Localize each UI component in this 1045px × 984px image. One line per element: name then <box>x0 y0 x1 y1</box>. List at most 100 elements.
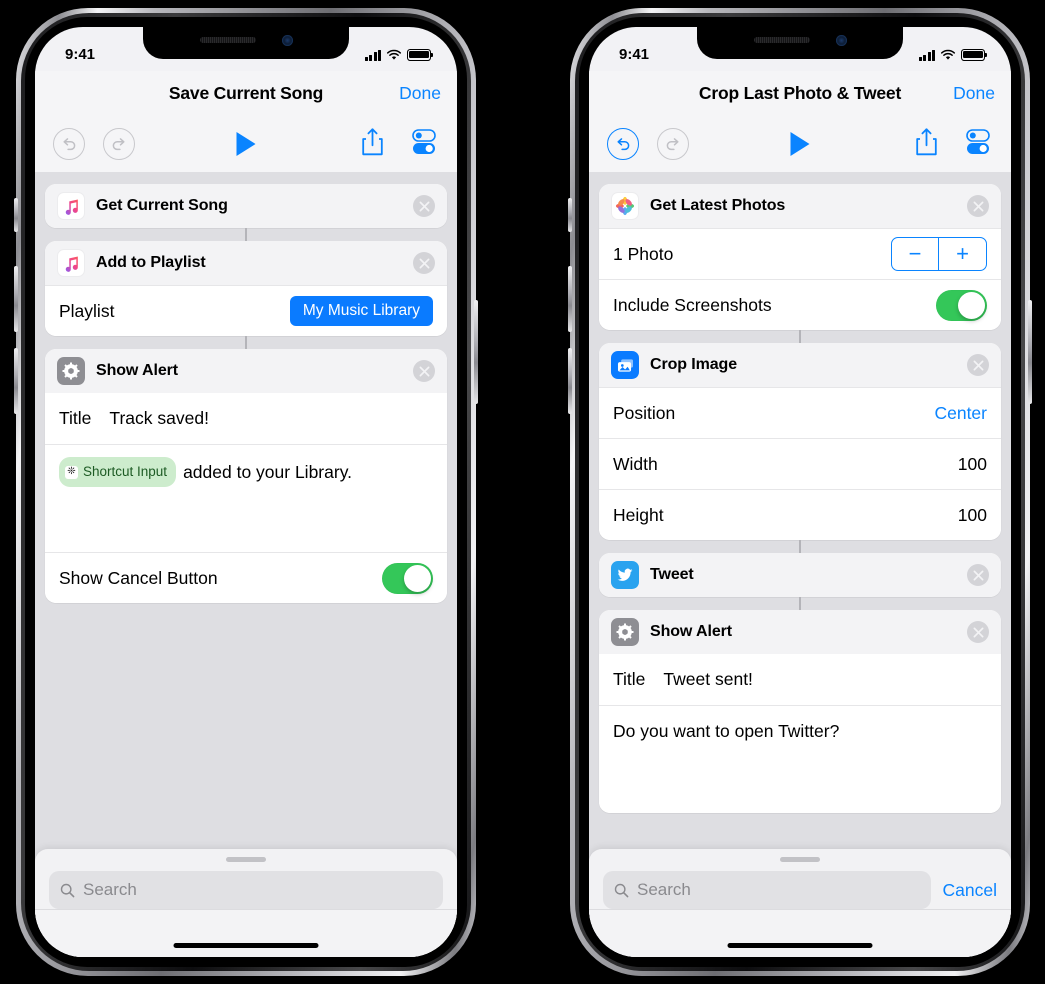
editor-toolbar <box>589 116 1011 172</box>
page-title: Crop Last Photo & Tweet <box>698 83 902 103</box>
shortcut-settings-button[interactable] <box>963 128 993 161</box>
action-card[interactable]: Add to Playlist Playlist My Music Librar… <box>45 241 447 336</box>
action-card-header[interactable]: Show Alert <box>45 349 447 393</box>
navigation-bar: Save Current Song Done <box>35 71 457 116</box>
wifi-icon <box>940 49 956 60</box>
power-button[interactable] <box>1028 300 1032 404</box>
action-card[interactable]: Crop Image Position Center Width 100 Hei… <box>599 343 1001 540</box>
action-card[interactable]: Get Latest Photos 1 Photo − + Include Sc… <box>599 184 1001 330</box>
notch <box>697 27 903 59</box>
home-indicator[interactable] <box>727 943 873 948</box>
mute-switch-button[interactable] <box>568 198 572 232</box>
mute-switch-button[interactable] <box>14 198 18 232</box>
parameter-row-include-screenshots[interactable]: Include Screenshots <box>599 279 1001 330</box>
undo-button[interactable] <box>607 128 639 160</box>
front-camera-icon <box>835 34 847 46</box>
parameter-row-title[interactable]: Title Tweet sent! <box>599 654 1001 705</box>
parameter-row-show-cancel[interactable]: Show Cancel Button <box>45 552 447 603</box>
done-button[interactable]: Done <box>399 83 441 104</box>
playlist-value-token[interactable]: My Music Library <box>289 296 433 326</box>
close-circle-icon[interactable] <box>967 195 989 217</box>
undo-arrow-icon <box>617 138 630 151</box>
home-indicator[interactable] <box>173 943 319 948</box>
alert-title-input[interactable]: Tweet sent! <box>663 669 753 690</box>
run-shortcut-button[interactable] <box>236 132 256 156</box>
alert-message-input[interactable]: ❊ Shortcut Input added to your Library. <box>45 444 447 552</box>
shortcut-input-token[interactable]: ❊ Shortcut Input <box>59 457 177 487</box>
shortcut-settings-button[interactable] <box>409 128 439 161</box>
earpiece-speaker-icon <box>753 37 810 43</box>
position-value[interactable]: Center <box>934 403 987 424</box>
width-value[interactable]: 100 <box>958 454 987 475</box>
stepper-minus-button[interactable]: − <box>892 238 939 270</box>
variable-token-icon: ❊ <box>65 465 78 479</box>
action-card[interactable]: Tweet <box>599 553 1001 597</box>
close-circle-icon[interactable] <box>413 195 435 217</box>
volume-down-button[interactable] <box>14 348 18 414</box>
iphone-device-left: 9:41 Save Current Song Done Get Current … <box>14 8 478 976</box>
parameter-row-height[interactable]: Height 100 <box>599 489 1001 540</box>
share-upload-icon <box>916 127 937 155</box>
action-title: Get Latest Photos <box>650 197 786 214</box>
action-title: Tweet <box>650 566 694 583</box>
close-circle-icon[interactable] <box>413 252 435 274</box>
action-title: Crop Image <box>650 356 738 373</box>
volume-up-button[interactable] <box>14 266 18 332</box>
share-button[interactable] <box>360 127 385 162</box>
bottom-search-sheet[interactable]: Search Cancel <box>589 849 1011 957</box>
action-card-header[interactable]: Show Alert <box>599 610 1001 654</box>
parameter-label: Playlist <box>59 300 115 321</box>
done-button[interactable]: Done <box>953 83 995 104</box>
search-placeholder: Search <box>637 880 691 899</box>
photo-count-stepper[interactable]: − + <box>891 237 987 271</box>
action-card[interactable]: Show Alert Title Track saved! ❊ Shortcut… <box>45 349 447 603</box>
parameter-row-title[interactable]: Title Track saved! <box>45 393 447 444</box>
redo-button[interactable] <box>103 128 135 160</box>
close-circle-icon[interactable] <box>967 621 989 643</box>
close-circle-icon[interactable] <box>413 360 435 382</box>
alert-message-input[interactable]: Do you want to open Twitter? <box>599 705 1001 813</box>
volume-down-button[interactable] <box>568 348 572 414</box>
power-button[interactable] <box>474 300 478 404</box>
status-time: 9:41 <box>619 45 650 63</box>
shortcut-actions-list[interactable]: Get Current Song Add to Playlist Playlis… <box>35 172 457 957</box>
alert-title-input[interactable]: Track saved! <box>109 408 209 429</box>
close-circle-icon[interactable] <box>967 354 989 376</box>
action-connector <box>798 330 802 343</box>
cellular-bars-icon <box>918 49 935 61</box>
undo-button[interactable] <box>53 128 85 160</box>
volume-up-button[interactable] <box>568 266 572 332</box>
action-card[interactable]: Show Alert Title Tweet sent! Do you want… <box>599 610 1001 813</box>
search-icon <box>60 883 75 897</box>
parameter-row-photo-count[interactable]: 1 Photo − + <box>599 228 1001 279</box>
status-time: 9:41 <box>65 45 96 63</box>
action-card-header[interactable]: Get Latest Photos <box>599 184 1001 228</box>
parameter-label: Height <box>613 504 664 525</box>
action-card-header[interactable]: Add to Playlist <box>45 241 447 285</box>
toggles-settings-icon <box>412 128 436 154</box>
share-button[interactable] <box>914 127 939 162</box>
bottom-search-sheet[interactable]: Search <box>35 849 457 957</box>
search-input[interactable]: Search <box>603 871 931 909</box>
stepper-plus-button[interactable]: + <box>939 238 986 270</box>
action-title: Show Alert <box>650 623 732 640</box>
cancel-button[interactable]: Cancel <box>943 880 997 901</box>
parameter-row-playlist[interactable]: Playlist My Music Library <box>45 285 447 336</box>
action-card-header[interactable]: Crop Image <box>599 343 1001 387</box>
action-card-header[interactable]: Get Current Song <box>45 184 447 228</box>
sheet-footer <box>589 910 1011 957</box>
close-circle-icon[interactable] <box>967 564 989 586</box>
redo-button[interactable] <box>657 128 689 160</box>
search-input[interactable]: Search <box>49 871 443 909</box>
run-shortcut-button[interactable] <box>790 132 810 156</box>
toggles-settings-icon <box>966 128 990 154</box>
show-cancel-toggle[interactable] <box>382 562 433 594</box>
action-card[interactable]: Get Current Song <box>45 184 447 228</box>
shortcut-actions-list[interactable]: Get Latest Photos 1 Photo − + Include Sc… <box>589 172 1011 957</box>
redo-arrow-icon <box>666 138 679 151</box>
height-value[interactable]: 100 <box>958 505 987 526</box>
include-screenshots-toggle[interactable] <box>936 289 987 321</box>
parameter-row-width[interactable]: Width 100 <box>599 438 1001 489</box>
parameter-row-position[interactable]: Position Center <box>599 387 1001 438</box>
action-card-header[interactable]: Tweet <box>599 553 1001 597</box>
